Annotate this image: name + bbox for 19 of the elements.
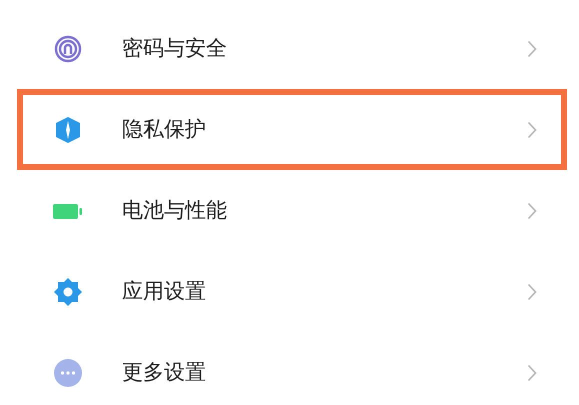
item-label: 密码与安全: [122, 34, 228, 62]
item-label: 应用设置: [122, 278, 207, 305]
shield-icon: [53, 114, 83, 144]
chevron-icon: [527, 40, 537, 58]
fingerprint-icon: [53, 34, 83, 64]
chevron-icon: [527, 120, 537, 138]
chevron-icon: [527, 282, 537, 300]
item-label: 电池与性能: [122, 196, 228, 224]
highlighted-settings-item[interactable]: 隐私保护: [17, 89, 567, 170]
settings-item[interactable]: 更多设置: [17, 332, 567, 405]
settings-item[interactable]: 密码与安全: [17, 8, 567, 89]
item-label: 更多设置: [122, 358, 207, 386]
settings-item[interactable]: 电池与性能: [17, 170, 567, 251]
settings-icon: [53, 276, 83, 306]
more-icon: [53, 358, 83, 388]
chevron-icon: [527, 202, 537, 220]
chevron-icon: [527, 364, 537, 382]
item-label: 隐私保护: [122, 116, 207, 143]
settings-item[interactable]: 应用设置: [17, 251, 567, 332]
